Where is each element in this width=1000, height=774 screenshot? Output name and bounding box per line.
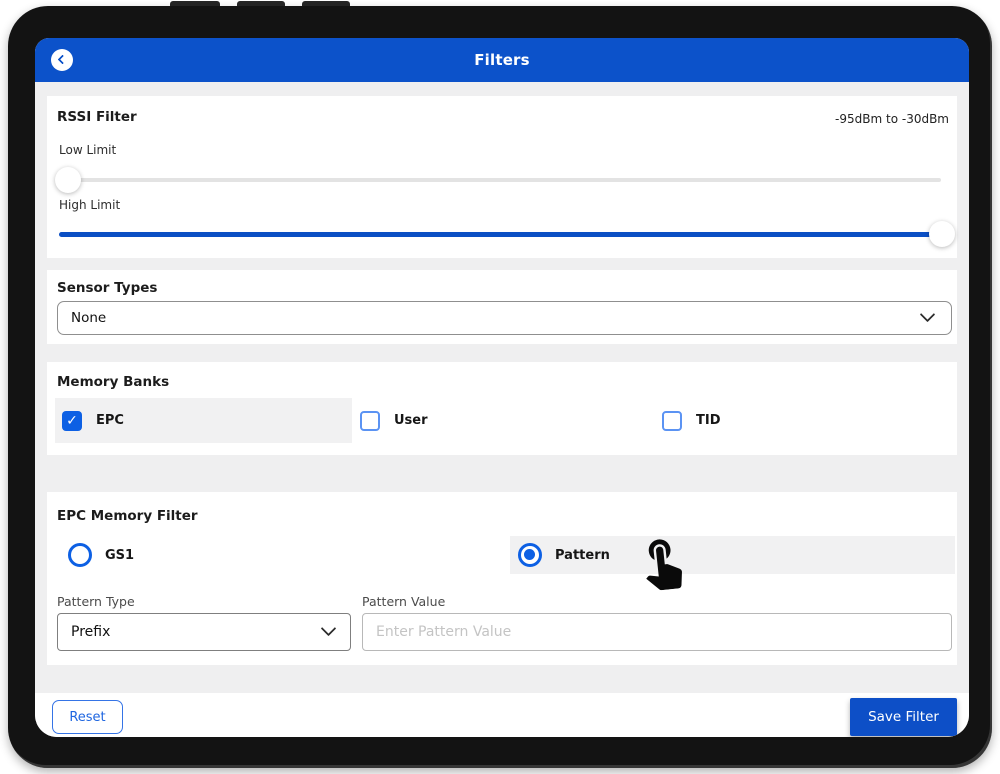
pattern-type-value: Prefix [71,624,110,640]
rssi-filter-title: RSSI Filter [57,109,137,125]
pattern-value-label: Pattern Value [362,594,445,609]
high-limit-slider-track[interactable] [59,232,941,237]
checkbox-item-user[interactable]: User [360,398,560,443]
checkbox-item-tid[interactable]: TID [662,398,862,443]
sensor-types-title: Sensor Types [57,280,157,296]
radio-item-gs1[interactable]: GS1 [55,536,255,574]
sensor-types-dropdown[interactable]: None [57,301,952,335]
epc-memory-filter-title: EPC Memory Filter [57,508,198,524]
checkbox-checked-icon[interactable]: ✓ [62,411,82,431]
page: Filters RSSI Filter -95dBm to -30dBm Low… [0,0,1000,774]
chevron-down-icon [321,621,337,637]
radio-label: GS1 [105,548,134,563]
low-limit-slider-thumb[interactable] [55,167,81,193]
rssi-range-text: -95dBm to -30dBm [835,112,949,126]
pattern-type-dropdown[interactable]: Prefix [57,613,351,651]
reset-button[interactable]: Reset [52,700,123,734]
checkmark-icon: ✓ [62,412,82,430]
memory-banks-title: Memory Banks [57,374,169,390]
radio-unselected-icon[interactable] [68,543,92,567]
save-filter-button[interactable]: Save Filter [850,698,957,736]
high-limit-label: High Limit [59,198,120,212]
high-limit-slider-thumb[interactable] [929,221,955,247]
sensor-types-value: None [71,310,106,326]
sensor-types-card: Sensor Types None [47,270,957,344]
header-bar: Filters [35,38,969,82]
checkbox-unchecked-icon[interactable] [360,411,380,431]
chevron-down-icon [920,307,936,323]
tap-cursor-icon [630,529,694,593]
pattern-value-input[interactable] [362,613,952,651]
memory-banks-card: Memory Banks ✓ EPC User TID [47,362,957,455]
rssi-filter-card: RSSI Filter -95dBm to -30dBm Low Limit H… [47,96,957,258]
checkbox-label: TID [696,413,721,428]
radio-item-pattern[interactable]: Pattern [510,536,955,574]
radio-label: Pattern [555,548,610,563]
checkbox-item-epc[interactable]: ✓ EPC [55,398,352,443]
app-screen: Filters RSSI Filter -95dBm to -30dBm Low… [35,38,969,737]
checkbox-label: EPC [96,413,124,428]
low-limit-slider-track[interactable] [59,178,941,182]
checkbox-label: User [394,413,428,428]
low-limit-label: Low Limit [59,143,116,157]
epc-memory-filter-card: EPC Memory Filter GS1 Pattern Pattern Ty… [47,492,957,665]
page-title: Filters [35,38,969,82]
footer-bar: Reset Save Filter [35,693,969,737]
checkbox-unchecked-icon[interactable] [662,411,682,431]
pattern-type-label: Pattern Type [57,594,135,609]
radio-selected-icon[interactable] [518,543,542,567]
